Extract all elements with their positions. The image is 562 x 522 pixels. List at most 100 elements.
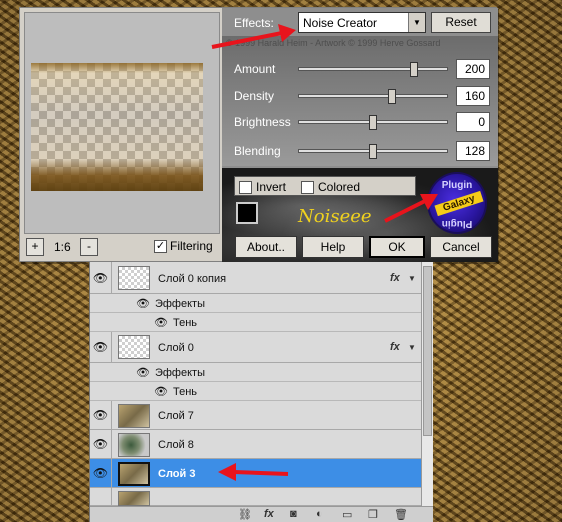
effects-label-wrap: 👁 Эффекты xyxy=(136,297,205,311)
fx-icon[interactable]: fx xyxy=(390,272,400,284)
shadow-label: Тень xyxy=(172,316,197,329)
slider-thumb[interactable] xyxy=(410,62,419,77)
blending-slider[interactable] xyxy=(298,144,448,159)
preview-noise-overlay xyxy=(31,63,203,191)
colored-option[interactable]: Colored xyxy=(301,180,360,194)
chevron-down-icon[interactable]: ▼ xyxy=(408,274,416,283)
layer-name[interactable]: Слой 0 копия xyxy=(158,273,226,285)
eye-icon[interactable]: 👁 xyxy=(136,366,150,379)
shadow-effect-row[interactable]: 👁 Тень xyxy=(90,313,421,332)
slider-thumb[interactable] xyxy=(369,144,377,159)
layer-name[interactable]: Слой 8 xyxy=(158,439,194,451)
slider-thumb[interactable] xyxy=(369,115,377,130)
eye-icon[interactable]: 👁 xyxy=(136,297,150,310)
folder-icon[interactable]: ▭ xyxy=(342,508,352,521)
scrollbar-thumb[interactable] xyxy=(423,266,432,436)
about-button[interactable]: About.. xyxy=(235,236,297,258)
eye-icon[interactable]: 👁 xyxy=(90,459,112,487)
eye-icon[interactable]: 👁 xyxy=(154,316,168,329)
eye-icon[interactable]: 👁 xyxy=(90,401,112,429)
effects-row[interactable]: 👁 Эффекты xyxy=(90,363,421,382)
filtering-label: Filtering xyxy=(170,239,213,253)
density-value-field[interactable]: 160 xyxy=(456,86,490,106)
eye-icon[interactable]: 👁 xyxy=(90,430,112,458)
brightness-value-field[interactable]: 0 xyxy=(456,112,490,132)
slider-thumb[interactable] xyxy=(388,89,397,104)
eye-icon[interactable] xyxy=(90,488,112,505)
colored-checkbox[interactable] xyxy=(301,180,314,194)
slider-label: Blending xyxy=(234,144,281,158)
effects-label: Эффекты xyxy=(154,297,205,310)
preview-footer: + 1:6 - ✓ Filtering xyxy=(24,236,220,258)
badge-bottom-text: Plugin xyxy=(441,218,473,229)
preview-image xyxy=(31,63,203,191)
color-swatch[interactable] xyxy=(236,202,258,224)
slider-row-brightness: Brightness 0 xyxy=(222,111,498,133)
shadow-effect-row[interactable]: 👁 Тень xyxy=(90,382,421,401)
chevron-down-icon[interactable]: ▼ xyxy=(408,13,425,32)
layer-row[interactable]: 👁 Слой 8 xyxy=(90,430,421,459)
preview-panel[interactable] xyxy=(24,12,220,234)
layers-toolbar: ⛓ fx ◙ ◐ ▭ ❐ 🗑 xyxy=(90,506,433,522)
layer-row-selected[interactable]: 👁 Слой 3 xyxy=(90,459,421,488)
filtering-option[interactable]: ✓ Filtering xyxy=(154,239,213,253)
layer-thumbnail xyxy=(118,335,150,359)
shadow-label: Тень xyxy=(172,385,197,398)
layer-row-partial[interactable] xyxy=(90,488,421,506)
filtering-checkbox[interactable]: ✓ xyxy=(154,239,167,253)
invert-checkbox[interactable] xyxy=(239,180,252,194)
reset-button[interactable]: Reset xyxy=(431,12,491,33)
effects-dropdown[interactable]: Noise Creator ▼ xyxy=(298,12,426,33)
layer-row[interactable]: 👁 Слой 0 копия fx ▼ xyxy=(90,262,421,294)
new-layer-icon[interactable]: ❐ xyxy=(368,508,378,521)
help-button[interactable]: Help xyxy=(302,236,364,258)
density-slider[interactable] xyxy=(298,89,448,104)
layer-thumbnail xyxy=(118,404,150,428)
cancel-button[interactable]: Cancel xyxy=(430,236,492,258)
zoom-level-label: 1:6 xyxy=(54,240,71,254)
layer-name[interactable]: Слой 7 xyxy=(158,410,194,422)
effects-label: Effects: xyxy=(234,16,274,30)
slider-label: Brightness xyxy=(234,115,291,129)
ok-button[interactable]: OK xyxy=(369,236,425,258)
adjustment-icon[interactable]: ◐ xyxy=(316,508,323,520)
mask-icon[interactable]: ◙ xyxy=(290,508,297,520)
fx-icon[interactable]: fx xyxy=(264,508,274,520)
brightness-slider[interactable] xyxy=(298,115,448,130)
invert-option[interactable]: Invert xyxy=(239,180,286,194)
layer-row[interactable]: 👁 Слой 0 fx ▼ xyxy=(90,332,421,363)
layer-row[interactable]: 👁 Слой 7 xyxy=(90,401,421,430)
colored-label: Colored xyxy=(318,180,361,194)
copyright-text: © 1999 Harald Heim - Artwork © 1999 Herv… xyxy=(226,38,441,48)
brand-logo: Noiseee xyxy=(298,206,372,227)
trash-icon[interactable]: 🗑 xyxy=(394,508,408,521)
eye-icon[interactable]: 👁 xyxy=(90,332,112,362)
link-icon[interactable]: ⛓ xyxy=(238,508,252,521)
zoom-out-button[interactable]: - xyxy=(80,238,98,256)
blending-value-field[interactable]: 128 xyxy=(456,141,490,161)
layer-name[interactable]: Слой 3 xyxy=(158,468,195,480)
effects-row[interactable]: 👁 Эффекты xyxy=(90,294,421,313)
badge-top-text: Plugin xyxy=(441,180,473,191)
effects-dropdown-value: Noise Creator xyxy=(303,15,378,30)
layer-thumbnail xyxy=(118,266,150,290)
chevron-down-icon[interactable]: ▼ xyxy=(408,343,416,352)
slider-row-density: Density 160 xyxy=(222,85,498,107)
invert-label: Invert xyxy=(256,180,287,194)
zoom-in-button[interactable]: + xyxy=(26,238,44,256)
controls-panel: Effects: Noise Creator ▼ Reset © 1999 Ha… xyxy=(222,8,498,262)
layers-scrollbar[interactable] xyxy=(421,262,433,506)
layer-name[interactable]: Слой 0 xyxy=(158,342,194,354)
plugin-galaxy-logo: Plugin Galaxy Plugin xyxy=(427,172,487,234)
eye-icon[interactable]: 👁 xyxy=(154,385,168,398)
layers-panel: 👁 Слой 0 копия fx ▼ 👁 Эффекты 👁 Тень 👁 С… xyxy=(89,262,433,522)
fx-icon[interactable]: fx xyxy=(390,341,400,353)
eye-icon[interactable]: 👁 xyxy=(90,262,112,293)
amount-value-field[interactable]: 200 xyxy=(456,59,490,79)
layer-thumbnail xyxy=(118,462,150,486)
badge-middle-text: Galaxy xyxy=(434,190,484,217)
effects-label-wrap: 👁 Эффекты xyxy=(136,366,205,380)
effects-label: Эффекты xyxy=(154,366,205,379)
amount-slider[interactable] xyxy=(298,62,448,77)
options-box: Invert Colored xyxy=(234,176,416,196)
